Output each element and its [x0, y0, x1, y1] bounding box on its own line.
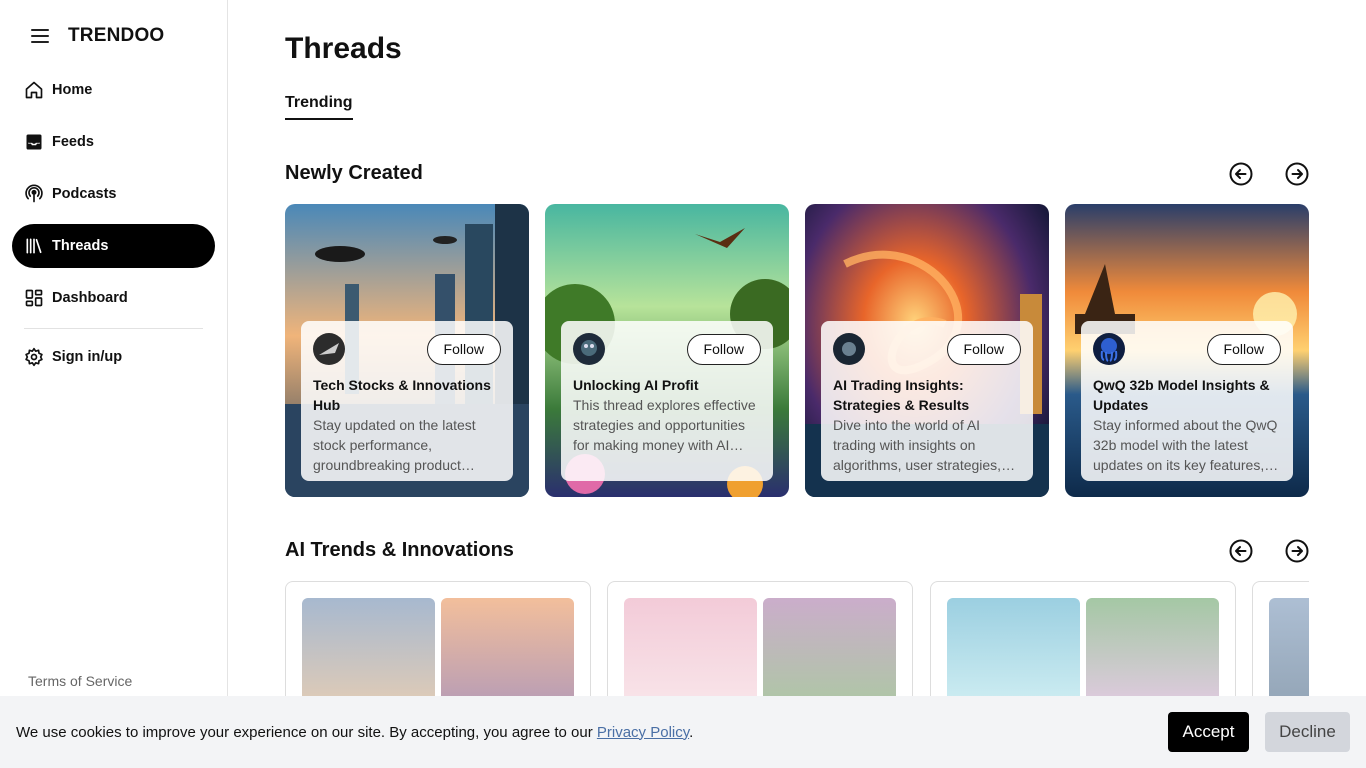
thread-card[interactable]: Follow QwQ 32b Model Insights & Updates …: [1065, 204, 1309, 497]
follow-button[interactable]: Follow: [426, 333, 501, 365]
collection-thumbnail: [763, 598, 896, 701]
podcast-icon: [24, 184, 44, 204]
newly-created-carousel: Follow Tech Stocks & Innovations Hub Sta…: [285, 204, 1309, 497]
thread-card-info: Follow AI Trading Insights: Strategies &…: [821, 321, 1033, 481]
collection-thumbnail: [1086, 598, 1219, 701]
avatar: [313, 333, 345, 365]
prev-arrow-icon[interactable]: [1229, 162, 1253, 186]
thread-card-description: Stay updated on the latest stock perform…: [313, 417, 476, 473]
follow-button[interactable]: Follow: [1206, 333, 1281, 365]
sidebar-item-dashboard[interactable]: Dashboard: [12, 276, 215, 320]
library-icon: [24, 236, 44, 256]
thread-card-description: Dive into the world of AI trading with i…: [833, 417, 1016, 473]
sidebar-item-feeds[interactable]: Feeds: [12, 120, 215, 164]
home-icon: [24, 80, 44, 100]
collection-card[interactable]: [930, 581, 1236, 701]
cookie-message: We use cookies to improve your experienc…: [16, 724, 693, 741]
avatar: [1093, 333, 1125, 365]
next-arrow-icon[interactable]: [1285, 162, 1309, 186]
collection-thumbnail: [441, 598, 574, 701]
decline-button[interactable]: Decline: [1265, 712, 1350, 752]
avatar: [833, 333, 865, 365]
dashboard-icon: [24, 288, 44, 308]
avatar: [573, 333, 605, 365]
thread-card-description: Stay informed about the QwQ 32b model wi…: [1093, 417, 1279, 473]
collection-thumbnail: [624, 598, 757, 701]
accept-button[interactable]: Accept: [1168, 712, 1249, 752]
sidebar-item-sign-in[interactable]: Sign in/up: [12, 335, 215, 379]
gear-icon: [24, 347, 44, 367]
thread-card[interactable]: Follow Tech Stocks & Innovations Hub Sta…: [285, 204, 529, 497]
menu-icon[interactable]: [28, 24, 52, 48]
page-title: Threads: [285, 32, 402, 65]
thread-card-title: Unlocking AI Profit Potential: [573, 377, 699, 393]
thread-card[interactable]: Follow AI Trading Insights: Strategies &…: [805, 204, 1049, 497]
sidebar-item-threads[interactable]: Threads: [12, 224, 215, 268]
sidebar-item-label: Sign in/up: [52, 349, 123, 365]
privacy-policy-link[interactable]: Privacy Policy: [597, 724, 689, 741]
thread-card-info: Follow Unlocking AI Profit Potential Thi…: [561, 321, 773, 481]
section-title-ai-trends: AI Trends & Innovations: [285, 539, 514, 561]
terms-of-service-link[interactable]: Terms of Service: [28, 673, 132, 689]
sidebar-nav: Home Feeds Podcasts Threads Dashboard Si…: [12, 68, 215, 387]
thread-card-title: QwQ 32b Model Insights & Updates: [1093, 377, 1270, 413]
thread-card[interactable]: Follow Unlocking AI Profit Potential Thi…: [545, 204, 789, 497]
prev-arrow-icon[interactable]: [1229, 539, 1253, 563]
thread-card-title: Tech Stocks & Innovations Hub: [313, 377, 491, 413]
sidebar-item-home[interactable]: Home: [12, 68, 215, 112]
thread-card-info: Follow QwQ 32b Model Insights & Updates …: [1081, 321, 1293, 481]
thread-card-description: This thread explores effective strategie…: [573, 397, 756, 453]
inbox-icon: [24, 132, 44, 152]
follow-button[interactable]: Follow: [946, 333, 1021, 365]
sidebar: TRENDOO Home Feeds Podcasts Threads Dash…: [0, 0, 228, 768]
nav-divider: [24, 328, 203, 329]
next-arrow-icon[interactable]: [1285, 539, 1309, 563]
thread-card-title: AI Trading Insights: Strategies & Result…: [833, 377, 970, 413]
collection-thumbnail: [947, 598, 1080, 701]
sidebar-item-label: Dashboard: [52, 290, 128, 306]
cookie-text: We use cookies to improve your experienc…: [16, 723, 597, 741]
cookie-banner: We use cookies to improve your experienc…: [0, 696, 1366, 768]
follow-button[interactable]: Follow: [686, 333, 761, 365]
collection-card[interactable]: [285, 581, 591, 701]
sidebar-item-podcasts[interactable]: Podcasts: [12, 172, 215, 216]
brand: TRENDOO: [28, 24, 164, 48]
section-title-newly-created: Newly Created: [285, 162, 423, 184]
main-content: Threads Trending Newly Created Follow Te…: [285, 0, 1309, 768]
collection-card[interactable]: [1252, 581, 1309, 701]
tab-trending[interactable]: Trending: [285, 94, 353, 120]
sidebar-item-label: Podcasts: [52, 186, 117, 202]
brand-name: TRENDOO: [68, 25, 165, 46]
sidebar-item-label: Feeds: [52, 134, 94, 150]
ai-trends-carousel: [285, 581, 1309, 701]
sidebar-item-label: Threads: [52, 238, 109, 254]
thread-card-info: Follow Tech Stocks & Innovations Hub Sta…: [301, 321, 513, 481]
sidebar-item-label: Home: [52, 82, 93, 98]
collection-thumbnail: [1269, 598, 1309, 701]
cookie-period: .: [689, 723, 694, 741]
collection-thumbnail: [302, 598, 435, 701]
collection-card[interactable]: [607, 581, 913, 701]
